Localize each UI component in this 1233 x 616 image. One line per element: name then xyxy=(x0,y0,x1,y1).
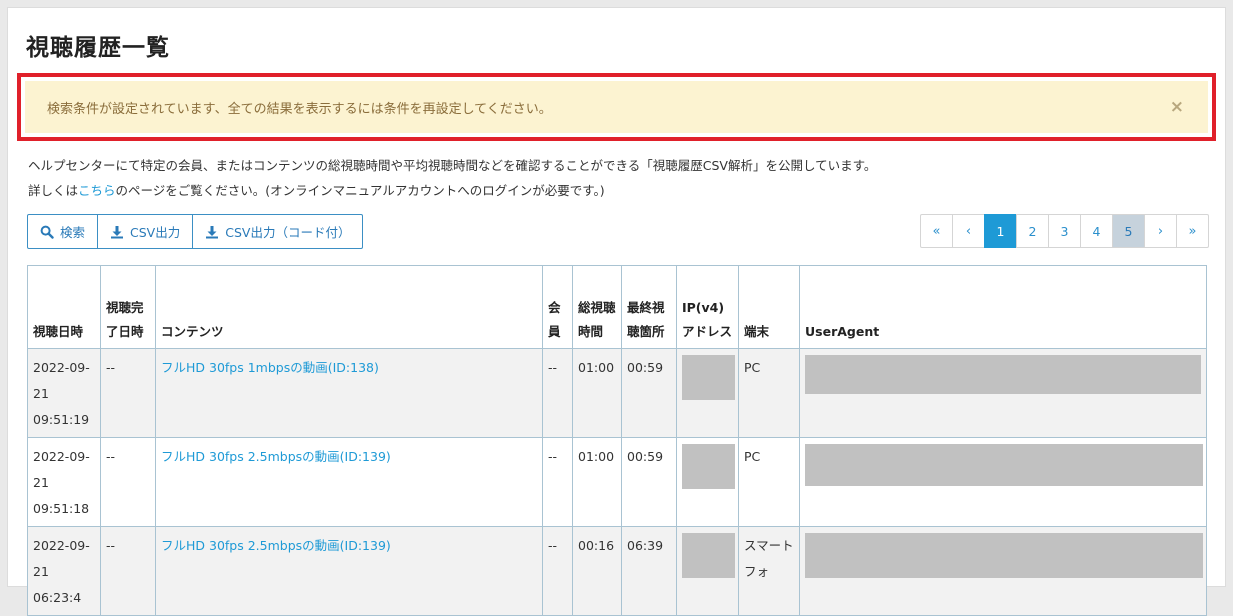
masked-user-agent xyxy=(805,444,1203,486)
cell-total-time: 00:16 xyxy=(572,526,622,616)
pager-first[interactable]: « xyxy=(920,214,953,248)
col-completed-at[interactable]: 視聴完了日時 xyxy=(100,265,156,349)
col-total-time[interactable]: 総視聴時間 xyxy=(572,265,622,349)
cell-content: フルHD 30fps 2.5mbpsの動画(ID:139) xyxy=(155,437,543,527)
table-row: 2022-09-21 09:51:18 -- フルHD 30fps 2.5mbp… xyxy=(27,437,1207,527)
main-panel: 視聴履歴一覧 検索条件が設定されています、全ての結果を表示するには条件を再設定し… xyxy=(7,7,1226,616)
csv-export-button[interactable]: CSV出力 xyxy=(97,214,194,249)
alert-highlight-frame: 検索条件が設定されています、全ての結果を表示するには条件を再設定してください。 … xyxy=(17,73,1216,141)
masked-user-agent xyxy=(805,533,1203,578)
help-line-1: ヘルプセンターにて特定の会員、またはコンテンツの総視聴時間や平均視聴時間などを確… xyxy=(28,158,877,173)
search-icon xyxy=(40,225,54,239)
cell-user-agent xyxy=(799,437,1207,527)
cell-device: PC xyxy=(738,437,800,527)
help-line-2-prefix: 詳しくは xyxy=(28,183,79,198)
col-content[interactable]: コンテンツ xyxy=(155,265,543,349)
cell-ip xyxy=(676,348,739,438)
masked-ip xyxy=(682,533,735,578)
alert-message: 検索条件が設定されています、全ての結果を表示するには条件を再設定してください。 xyxy=(47,101,552,117)
page-title: 視聴履歴一覧 xyxy=(26,35,170,61)
cell-content: フルHD 30fps 1mbpsの動画(ID:138) xyxy=(155,348,543,438)
cell-last-position: 06:39 xyxy=(621,526,677,616)
col-ip[interactable]: IP(v4)アドレス xyxy=(676,265,739,349)
search-button[interactable]: 検索 xyxy=(27,214,99,249)
cell-viewed-at: 2022-09-21 09:51:19 xyxy=(27,348,101,438)
cell-member: -- xyxy=(542,526,573,616)
col-viewed-at[interactable]: 視聴日時 xyxy=(27,265,101,349)
content-link[interactable]: フルHD 30fps 2.5mbpsの動画(ID:139) xyxy=(161,538,391,553)
content-link[interactable]: フルHD 30fps 2.5mbpsの動画(ID:139) xyxy=(161,449,391,464)
cell-last-position: 00:59 xyxy=(621,437,677,527)
cell-viewed-at: 2022-09-21 09:51:18 xyxy=(27,437,101,527)
cell-total-time: 01:00 xyxy=(572,437,622,527)
pager-page-2[interactable]: 2 xyxy=(1016,214,1049,248)
help-line-2: 詳しくはこちらのページをご覧ください。(オンラインマニュアルアカウントへのログイ… xyxy=(28,178,1208,203)
cell-last-position: 00:59 xyxy=(621,348,677,438)
cell-ip xyxy=(676,526,739,616)
download-icon xyxy=(205,225,219,239)
cell-member: -- xyxy=(542,348,573,438)
col-device[interactable]: 端末 xyxy=(738,265,800,349)
download-icon xyxy=(110,225,124,239)
csv-export-code-label: CSV出力（コード付） xyxy=(225,225,351,240)
cell-device: PC xyxy=(738,348,800,438)
table-header-row: 視聴日時 視聴完了日時 コンテンツ 会員 総視聴時間 最終視聴箇所 IP(v4)… xyxy=(27,265,1207,349)
cell-user-agent xyxy=(799,526,1207,616)
pager-page-3[interactable]: 3 xyxy=(1048,214,1081,248)
cell-device: スマートフォ xyxy=(738,526,800,616)
cell-completed-at: -- xyxy=(100,437,156,527)
cell-user-agent xyxy=(799,348,1207,438)
csv-export-code-button[interactable]: CSV出力（コード付） xyxy=(192,214,364,249)
pagination: « ‹ 1 2 3 4 5 › » xyxy=(920,214,1209,248)
masked-user-agent xyxy=(805,355,1201,394)
col-last-position[interactable]: 最終視聴箇所 xyxy=(621,265,677,349)
help-line-2-suffix: のページをご覧ください。(オンラインマニュアルアカウントへのログインが必要です。… xyxy=(115,183,605,198)
search-button-label: 検索 xyxy=(60,225,86,240)
filter-alert: 検索条件が設定されています、全ての結果を表示するには条件を再設定してください。 … xyxy=(25,81,1208,133)
help-text: ヘルプセンターにて特定の会員、またはコンテンツの総視聴時間や平均視聴時間などを確… xyxy=(28,153,1208,203)
content-link[interactable]: フルHD 30fps 1mbpsの動画(ID:138) xyxy=(161,360,379,375)
cell-viewed-at: 2022-09-21 06:23:4 xyxy=(27,526,101,616)
table-row: 2022-09-21 09:51:19 -- フルHD 30fps 1mbpsの… xyxy=(27,348,1207,438)
masked-ip xyxy=(682,444,735,489)
table-row: 2022-09-21 06:23:4 -- フルHD 30fps 2.5mbps… xyxy=(27,526,1207,616)
cell-ip xyxy=(676,437,739,527)
pager-page-1[interactable]: 1 xyxy=(984,214,1017,248)
masked-ip xyxy=(682,355,735,400)
cell-member: -- xyxy=(542,437,573,527)
pager-prev[interactable]: ‹ xyxy=(952,214,985,248)
history-table: 視聴日時 視聴完了日時 コンテンツ 会員 総視聴時間 最終視聴箇所 IP(v4)… xyxy=(27,265,1207,616)
pager-page-4[interactable]: 4 xyxy=(1080,214,1113,248)
help-link[interactable]: こちら xyxy=(78,183,116,198)
cell-total-time: 01:00 xyxy=(572,348,622,438)
pager-page-5[interactable]: 5 xyxy=(1112,214,1145,248)
cell-completed-at: -- xyxy=(100,526,156,616)
toolbar: 検索 CSV出力 CSV出力（コード付） xyxy=(27,214,364,249)
cell-content: フルHD 30fps 2.5mbpsの動画(ID:139) xyxy=(155,526,543,616)
csv-export-label: CSV出力 xyxy=(130,225,181,240)
pager-next[interactable]: › xyxy=(1144,214,1177,248)
alert-close-button[interactable]: × xyxy=(1170,97,1184,117)
col-user-agent[interactable]: UserAgent xyxy=(799,265,1207,349)
pager-last[interactable]: » xyxy=(1176,214,1209,248)
col-member[interactable]: 会員 xyxy=(542,265,573,349)
cell-completed-at: -- xyxy=(100,348,156,438)
